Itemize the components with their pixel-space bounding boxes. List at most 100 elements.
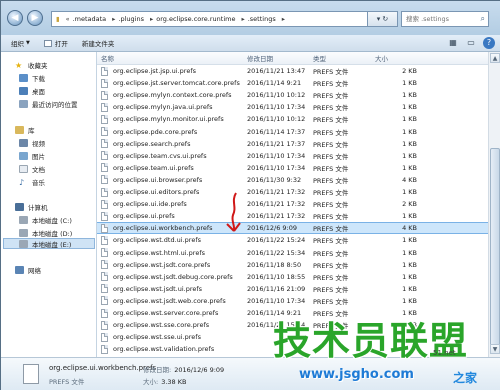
file-row[interactable]: org.eclipse.wst.jsdt.ui.prefs 2016/11/16 … [97,283,488,295]
file-row[interactable]: org.eclipse.mylyn.context.core.prefs 2016… [97,89,488,101]
breadcrumb-separator[interactable]: ▸ [112,15,115,23]
preview-pane-icon[interactable]: ▭ [465,37,477,49]
file-name-cell: org.eclipse.wst.dtd.ui.prefs [101,235,201,245]
file-icon [101,211,108,221]
details-size: 大小: 3.38 KB [143,376,186,386]
file-row[interactable]: org.eclipse.wst.dtd.ui.prefs 2016/11/22 1… [97,234,488,246]
file-row[interactable]: org.eclipse.ui.prefs 2016/11/21 17:32 PREF… [97,210,488,222]
organize-button[interactable]: 组织 ▼ [11,38,30,48]
library-icon [15,125,24,134]
scroll-down-arrow-icon[interactable]: ▼ [490,344,500,354]
nav-disk-c[interactable]: 本地磁盘 (C:) [19,214,72,225]
file-row[interactable]: org.eclipse.jst.jsp.ui.prefs 2016/11/21 1… [97,65,488,77]
nav-favorites[interactable]: ★ 收藏夹 [15,59,48,70]
column-header-type[interactable]: 类型 [313,53,326,63]
file-row[interactable]: org.eclipse.jst.server.tomcat.core.prefs… [97,77,488,89]
breadcrumb-segment[interactable]: .metadata [73,15,107,23]
new-folder-button[interactable]: 新建文件夹 [82,38,115,48]
back-button[interactable]: ◀ [7,10,23,26]
open-button[interactable]: 打开 [43,38,68,48]
file-row[interactable]: org.eclipse.team.ui.prefs 2016/11/10 17:3… [97,162,488,174]
nav-computer[interactable]: 计算机 [15,201,48,212]
details-file-name: org.eclipse.ui.workbench.prefs [49,364,157,372]
file-size-cell: 2 KB [402,200,417,209]
nav-libraries[interactable]: 库 [15,124,35,135]
breadcrumb-separator[interactable]: ▸ [150,15,153,23]
help-icon[interactable]: ? [483,37,495,49]
vertical-scrollbar[interactable]: ▲ ▼ [488,52,500,357]
breadcrumb-separator[interactable]: ▸ [282,15,285,23]
explorer-window: ◀ ▶ ▮ « .metadata ▸ .plugins ▸ org.eclip… [0,0,500,390]
column-header-size[interactable]: 大小 [375,53,417,63]
nav-pictures[interactable]: 图片 [19,150,45,161]
nav-network[interactable]: 网络 [15,264,41,275]
address-box[interactable]: ▮ « .metadata ▸ .plugins ▸ org.eclipse.c… [51,11,368,27]
file-name: org.eclipse.ui.workbench.prefs [113,224,213,233]
file-row[interactable]: org.eclipse.ui.browser.prefs 2016/11/30 9… [97,174,488,186]
nav-desktop[interactable]: 桌面 [19,85,45,96]
nav-disk-d[interactable]: 本地磁盘 (D:) [19,227,72,238]
column-header-date[interactable]: 修改日期 [247,53,273,63]
nav-downloads[interactable]: 下载 [19,72,45,83]
file-date-cell: 2016/11/16 21:09 [247,284,306,293]
file-row[interactable]: org.eclipse.pde.core.prefs 2016/11/14 17:… [97,126,488,138]
file-name: org.eclipse.mylyn.context.core.prefs [113,91,232,100]
file-size-cell: 1 KB [402,127,417,136]
view-options-icon[interactable]: ▦ [447,37,459,49]
file-size-cell: 1 KB [402,151,417,160]
file-name: org.eclipse.ui.browser.prefs [113,175,203,184]
file-name: org.eclipse.jst.jsp.ui.prefs [113,67,197,76]
refresh-button[interactable]: ▾ ↻ [368,11,398,27]
file-row[interactable]: org.eclipse.wst.server.core.prefs 2016/11… [97,307,488,319]
file-type-cell: PREFS 文件 [313,80,349,89]
file-row[interactable]: org.eclipse.team.cvs.ui.prefs 2016/11/10 … [97,150,488,162]
file-date-cell: 2016/11/10 10:12 [247,115,306,124]
file-row[interactable]: org.eclipse.wst.jsdt.web.core.prefs 2016/… [97,295,488,307]
file-name-cell: org.eclipse.wst.jsdt.core.prefs [101,260,210,270]
file-row[interactable]: org.eclipse.ui.editors.prefs 2016/11/21 1… [97,186,488,198]
file-row[interactable]: org.eclipse.wst.jsdt.debug.core.prefs 201… [97,271,488,283]
nav-recent[interactable]: 最近访问的位置 [19,98,78,109]
file-icon [101,163,108,173]
search-input[interactable] [406,15,476,23]
file-row[interactable]: org.eclipse.ui.workbench.prefs 2016/12/6 … [97,222,488,235]
file-row[interactable]: org.eclipse.search.prefs 2016/11/21 17:37… [97,138,488,150]
file-name: org.eclipse.wst.jsdt.web.core.prefs [113,296,226,305]
file-size-cell: 1 KB [402,260,417,269]
column-header-name[interactable]: 名称 [101,53,114,63]
search-box[interactable]: ⌕ [401,11,489,27]
scroll-up-arrow-icon[interactable]: ▲ [490,53,500,63]
nav-music[interactable]: ♪ 音乐 [19,176,45,187]
desktop-icon [19,86,28,95]
nav-label: 最近访问的位置 [32,100,78,109]
annotation-arrow-icon [226,192,241,232]
downloads-icon [19,73,28,82]
file-name: org.eclipse.jst.server.tomcat.core.prefs [113,79,240,88]
file-type-cell: PREFS 文件 [313,116,349,125]
file-row[interactable]: org.eclipse.mylyn.java.ui.prefs 2016/11/1… [97,101,488,113]
file-type-cell: PREFS 文件 [313,140,349,149]
nav-label: 收藏夹 [28,61,48,70]
breadcrumb-chevron-icon: « [65,15,70,23]
nav-documents[interactable]: 文档 [19,163,45,174]
file-name: org.eclipse.team.ui.prefs [113,163,194,172]
file-type-cell: PREFS 文件 [313,164,349,173]
file-row[interactable]: org.eclipse.wst.jsdt.core.prefs 2016/11/1… [97,259,488,271]
file-date-cell: 2016/11/10 17:34 [247,103,306,112]
forward-button[interactable]: ▶ [27,10,43,26]
file-row[interactable]: org.eclipse.ui.ide.prefs 2016/11/21 17:32… [97,198,488,210]
file-row[interactable]: org.eclipse.wst.html.ui.prefs 2016/11/22 … [97,247,488,259]
breadcrumb-segment[interactable]: org.eclipse.core.runtime [156,15,235,23]
breadcrumb-segment[interactable]: .settings [248,15,276,23]
music-icon: ♪ [19,177,25,187]
nav-disk-e[interactable]: 本地磁盘 (E:) [3,238,95,249]
nav-videos[interactable]: 视频 [19,137,45,148]
file-row[interactable]: org.eclipse.mylyn.monitor.ui.prefs 2016/1… [97,113,488,125]
breadcrumb-segment[interactable]: .plugins [118,15,144,23]
nav-label: 库 [28,126,35,135]
search-icon[interactable]: ⌕ [481,14,485,24]
scrollbar-thumb[interactable] [490,148,500,346]
nav-label: 本地磁盘 (D:) [32,229,73,238]
file-name: org.eclipse.ui.ide.prefs [113,200,187,209]
breadcrumb-separator[interactable]: ▸ [241,15,244,23]
